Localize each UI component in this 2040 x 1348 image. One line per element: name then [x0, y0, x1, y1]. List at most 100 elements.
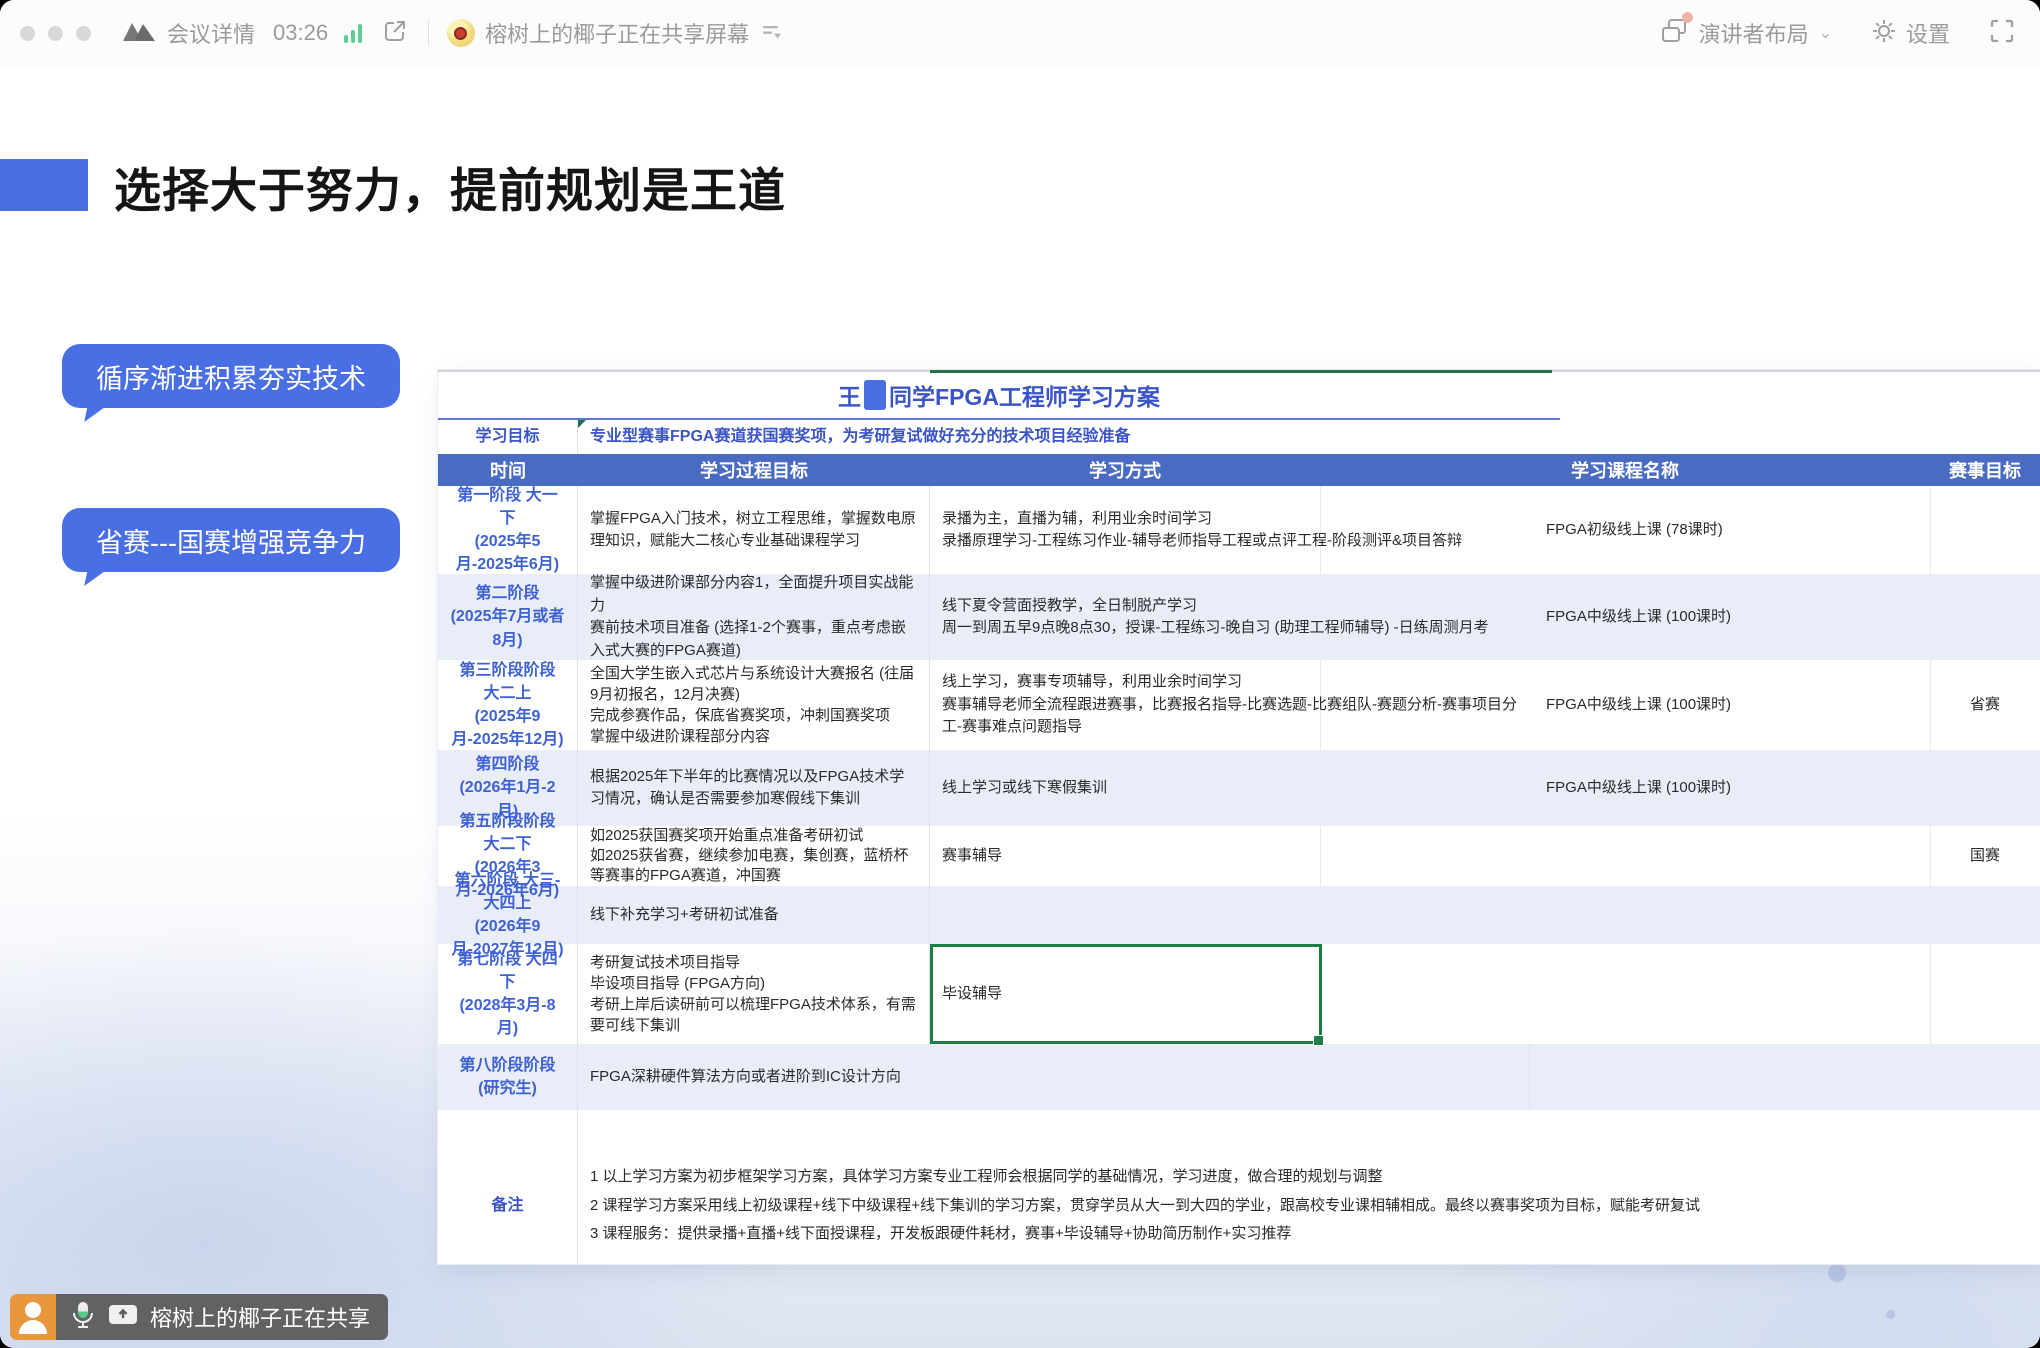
- course-name: [1530, 826, 1930, 886]
- network-signal-icon: [344, 23, 362, 43]
- table-row: 第六阶段 大三-大四上 (2026年9月-2027年12月) 线下补充学习+考研…: [438, 886, 2040, 944]
- stage-goal: 根据2025年下半年的比赛情况以及FPGA技术学习情况，确认是否需要参加寒假线下…: [578, 750, 930, 826]
- course-name: FPGA初级线上课 (78课时): [1530, 486, 1930, 574]
- stage-time: 第三阶段阶段 大二上 (2025年9月-2025年12月): [438, 660, 578, 750]
- learning-method: 线下夏令营面授教学，全日制脱产学习 周一到周五早9点晚8点30，授课-工程练习-…: [930, 574, 1530, 660]
- presenter-avatar: [447, 19, 475, 47]
- shared-screen-view: 选择大于努力，提前规划是王道 循序渐进积累夯实技术 省赛---国赛增强竞争力 S…: [0, 66, 2040, 1348]
- microphone-icon: [70, 1300, 96, 1335]
- share-window-icon[interactable]: [382, 18, 408, 49]
- col-header-target: 赛事目标: [1930, 454, 2040, 486]
- goal-label: 学习目标: [438, 420, 578, 454]
- course-name: [1530, 886, 1930, 944]
- table-row: 第五阶段阶段 大二下 (2026年3月-2026年6月) 如2025获国赛奖项开…: [438, 826, 2040, 886]
- notes-label: 备注: [438, 1148, 578, 1264]
- redacted-name-box: [864, 380, 886, 410]
- learning-method: 线上学习，赛事专项辅导，利用业余时间学习 赛事辅导老师全流程跟进赛事，比赛报名指…: [930, 660, 1530, 750]
- decor-dot: [1828, 1264, 1846, 1282]
- competition-target: [1930, 486, 2040, 574]
- sharing-indicator-body: 榕树上的椰子正在共享: [56, 1294, 388, 1340]
- window-controls[interactable]: [20, 26, 91, 41]
- stage-goal: 掌握中级进阶课部分内容1，全面提升项目实战能力 赛前技术项目准备 (选择1-2个…: [578, 574, 930, 660]
- table-row: 第四阶段 (2026年1月-2月) 根据2025年下半年的比赛情况以及FPGA技…: [438, 750, 2040, 826]
- meeting-window: 会议详情 03:26 榕树上的椰子正在共享屏幕: [0, 0, 2040, 1348]
- table-row: 第三阶段阶段 大二上 (2025年9月-2025年12月) 全国大学生嵌入式芯片…: [438, 660, 2040, 750]
- col-header-course: 学习课程名称: [1320, 454, 1930, 486]
- fullscreen-button[interactable]: [1988, 17, 2016, 50]
- screen-share-icon: [108, 1303, 138, 1332]
- empty-row: [438, 1110, 2040, 1148]
- meeting-details-label: 会议详情: [167, 17, 255, 49]
- course-name: [1530, 944, 1930, 1044]
- meeting-topbar: 会议详情 03:26 榕树上的椰子正在共享屏幕: [0, 0, 2040, 67]
- table-row: 第二阶段 (2025年7月或者8月) 掌握中级进阶课部分内容1，全面提升项目实战…: [438, 574, 2040, 660]
- competition-target: 省赛: [1930, 660, 2040, 750]
- stage-time: 第七阶段 大四下 (2028年3月-8月): [438, 944, 578, 1044]
- meeting-details-button[interactable]: 会议详情: [167, 17, 255, 49]
- table-title: 王同学FPGA工程师学习方案: [438, 372, 1560, 420]
- chevron-down-icon: ⌄: [1819, 23, 1832, 43]
- table-title-text: 同学FPGA工程师学习方案: [889, 378, 1160, 412]
- competition-target: [1930, 574, 2040, 660]
- stage-time: 第二阶段 (2025年7月或者8月): [438, 574, 578, 660]
- course-name: FPGA中级线上课 (100课时): [1530, 574, 1930, 660]
- table-title-row: 王同学FPGA工程师学习方案: [438, 372, 2040, 420]
- sharing-indicator-pill[interactable]: 榕树上的椰子正在共享: [10, 1294, 388, 1340]
- competition-target: [1930, 1044, 2040, 1110]
- competition-target: 国赛: [1930, 826, 2040, 886]
- meeting-app-logo-icon: [121, 19, 157, 48]
- slide-title: 选择大于努力，提前规划是王道: [114, 152, 786, 221]
- learning-method: 线上学习或线下寒假集训: [930, 750, 1530, 826]
- stage-goal: 线下补充学习+考研初试准备: [578, 886, 930, 944]
- course-name: FPGA中级线上课 (100课时): [1530, 750, 1930, 826]
- settings-label: 设置: [1906, 17, 1950, 49]
- table-header-row: 时间 学习过程目标 学习方式 学习课程名称 赛事目标: [438, 454, 2040, 486]
- stage-goal: 掌握FPGA入门技术，树立工程思维，掌握数电原理知识，赋能大二核心专业基础课程学…: [578, 486, 930, 574]
- table-row: 第一阶段 大一下 (2025年5月-2025年6月) 掌握FPGA入门技术，树立…: [438, 486, 2040, 574]
- step-watermark: STEP 03: [182, 696, 334, 732]
- sharing-pill-label: 榕树上的椰子正在共享: [150, 1301, 370, 1333]
- notification-dot: [1682, 12, 1693, 23]
- learning-method: 赛事辅导: [930, 826, 1530, 886]
- study-plan-table: 王同学FPGA工程师学习方案 学习目标 专业型赛事FPGA赛道获国赛奖项，为考研…: [438, 370, 2040, 1264]
- gear-icon: [1870, 17, 1898, 50]
- goal-text: 专业型赛事FPGA赛道获国赛奖项，为考研复试做好充分的技术项目经验准备: [578, 420, 2040, 454]
- competition-target: [1930, 886, 2040, 944]
- competition-target: [1930, 944, 2040, 1044]
- callout-bubble-1: 循序渐进积累夯实技术: [62, 344, 400, 408]
- learning-method: 录播为主，直播为辅，利用业余时间学习 录播原理学习-工程练习作业-辅导老师指导工…: [930, 486, 1530, 574]
- stage-goal: 考研复试技术项目指导 毕设项目指导 (FPGA方向) 考研上岸后读研前可以梳理F…: [578, 944, 930, 1044]
- col-header-method: 学习方式: [930, 454, 1320, 486]
- topbar-divider: [428, 20, 429, 46]
- callout-bubble-2: 省赛---国赛增强竞争力: [62, 508, 400, 572]
- sharing-options-icon[interactable]: [759, 19, 783, 48]
- meeting-timer: 03:26: [273, 20, 328, 46]
- window-close-button[interactable]: [20, 26, 35, 41]
- layout-label: 演讲者布局: [1699, 17, 1809, 49]
- stage-time: 第八阶段阶段 (研究生): [438, 1044, 578, 1110]
- stage-goal: 如2025获国赛奖项开始重点准备考研初试 如2025获省赛，继续参加电赛，集创赛…: [578, 826, 930, 886]
- stage-goal: FPGA深耕硬件算法方向或者进阶到IC设计方向: [578, 1044, 1530, 1110]
- student-surname: 王: [838, 378, 861, 412]
- layout-icon: [1659, 16, 1689, 51]
- window-minimize-button[interactable]: [48, 26, 63, 41]
- competition-target: [1930, 750, 2040, 826]
- window-zoom-button[interactable]: [76, 26, 91, 41]
- course-name: FPGA中级线上课 (100课时): [1530, 660, 1930, 750]
- notes-text: 1 以上学习方案为初步框架学习方案，具体学习方案专业工程师会根据同学的基础情况，…: [578, 1148, 2008, 1264]
- course-name: [1530, 1044, 1930, 1110]
- stage-time: 第一阶段 大一下 (2025年5月-2025年6月): [438, 486, 578, 574]
- stage-goal: 全国大学生嵌入式芯片与系统设计大赛报名 (往届9月初报名，12月决赛) 完成参赛…: [578, 660, 930, 750]
- col-header-time: 时间: [438, 454, 578, 486]
- col-header-goal: 学习过程目标: [578, 454, 930, 486]
- slide-title-accent-bar: [0, 159, 88, 211]
- sharing-status-text: 榕树上的椰子正在共享屏幕: [485, 17, 749, 49]
- settings-button[interactable]: 设置: [1870, 17, 1950, 50]
- cell-selection-outline: [930, 944, 1322, 1044]
- decor-dot: [1886, 1310, 1895, 1319]
- sharer-avatar-icon: [10, 1294, 56, 1340]
- goal-row: 学习目标 专业型赛事FPGA赛道获国赛奖项，为考研复试做好充分的技术项目经验准备: [438, 420, 2040, 454]
- layout-selector-button[interactable]: 演讲者布局 ⌄: [1699, 17, 1832, 49]
- notes-row: 备注 1 以上学习方案为初步框架学习方案，具体学习方案专业工程师会根据同学的基础…: [438, 1148, 2040, 1264]
- table-row: 第八阶段阶段 (研究生) FPGA深耕硬件算法方向或者进阶到IC设计方向: [438, 1044, 2040, 1110]
